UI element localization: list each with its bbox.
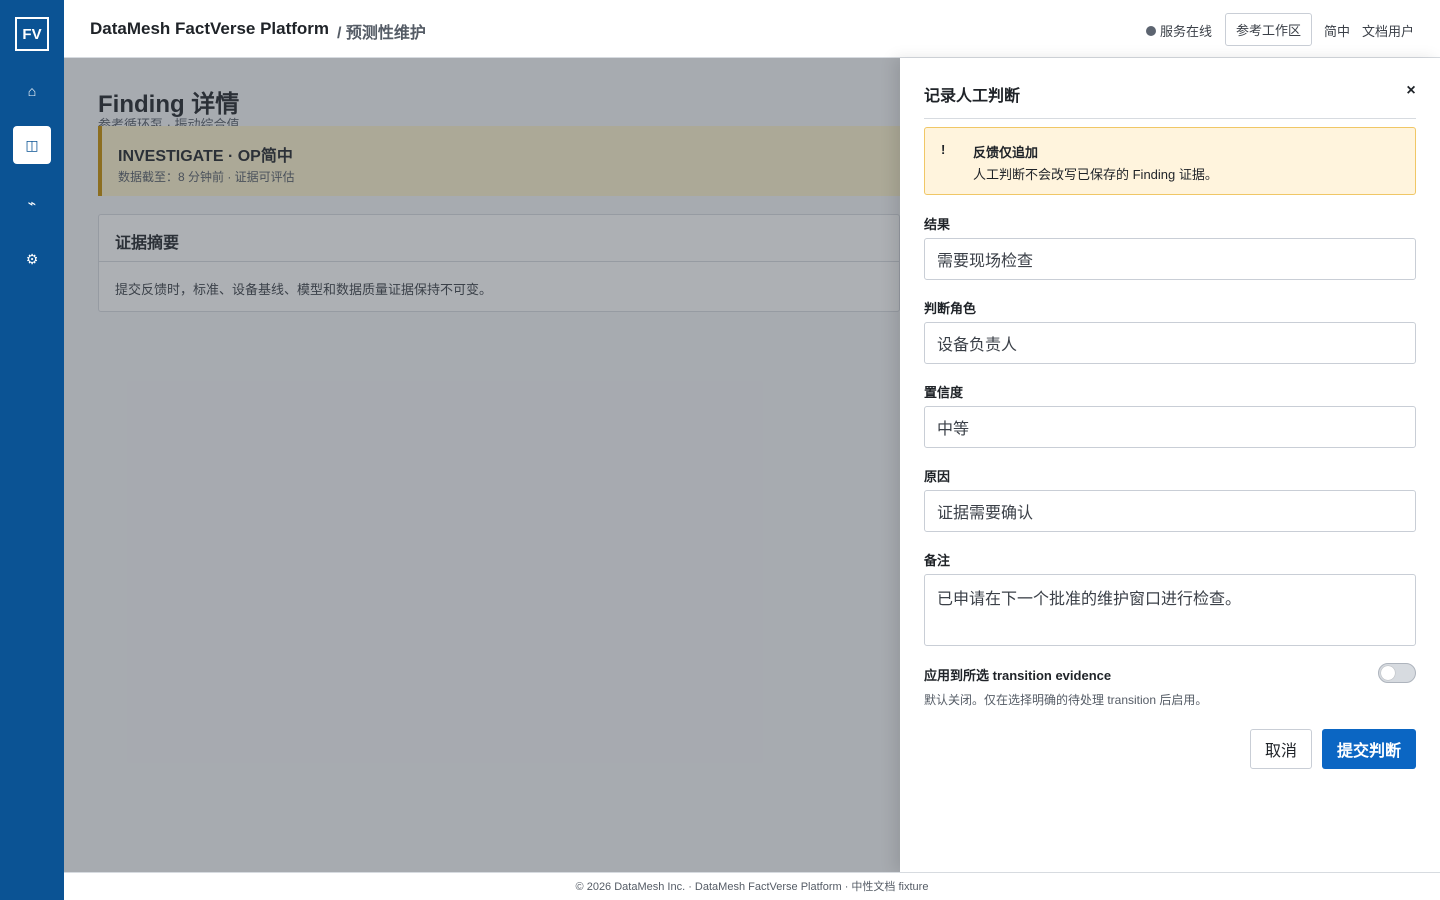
- language-switch[interactable]: 简中: [1324, 21, 1350, 40]
- notice-title: 反馈仅追加: [973, 145, 1039, 160]
- top-bar: DataMesh FactVerse Platform / 预测性维护 服务在线…: [64, 0, 1440, 58]
- role-label: 判断角色: [924, 301, 977, 316]
- result-label: 结果: [924, 217, 951, 232]
- role-field[interactable]: [924, 322, 1416, 364]
- home-icon: ⌂: [27, 83, 37, 99]
- reason-field[interactable]: [924, 490, 1416, 532]
- sidebar-item-settings[interactable]: ⚙: [13, 240, 51, 278]
- toggle-help-text: 默认关闭。仅在选择明确的待处理 transition 后启用。: [924, 693, 1208, 707]
- gear-icon: ⚙: [25, 250, 39, 267]
- apply-transition-label: 应用到所选 transition evidence: [924, 668, 1112, 683]
- layout-icon: ◫: [25, 136, 39, 153]
- notice-text: 人工判断不会改写已保存的 Finding 证据。: [973, 167, 1218, 182]
- notes-label: 备注: [924, 553, 951, 568]
- apply-transition-toggle[interactable]: [1378, 663, 1416, 683]
- result-field[interactable]: [924, 238, 1416, 280]
- app-logo: FV: [15, 17, 49, 51]
- close-icon[interactable]: ×: [1402, 82, 1420, 100]
- modal-overlay[interactable]: [64, 58, 900, 872]
- service-status: 服务在线: [1146, 21, 1212, 40]
- brand-title: DataMesh FactVerse Platform: [90, 19, 330, 38]
- append-only-notice: ! 反馈仅追加 人工判断不会改写已保存的 Finding 证据。: [924, 127, 1416, 195]
- breadcrumb[interactable]: / 预测性维护: [337, 19, 426, 43]
- user-menu[interactable]: 文档用户: [1362, 21, 1414, 40]
- toggle-knob: [1381, 666, 1395, 680]
- workspace-button[interactable]: 参考工作区: [1225, 13, 1312, 46]
- divider: [924, 118, 1416, 119]
- notes-field[interactable]: 已申请在下一个批准的维护窗口进行检查。: [924, 574, 1416, 646]
- submit-judgment-button[interactable]: 提交判断: [1322, 729, 1416, 769]
- signal-icon: ⌁: [27, 194, 37, 211]
- judgment-drawer: 记录人工判断 × ! 反馈仅追加 人工判断不会改写已保存的 Finding 证据…: [900, 58, 1440, 872]
- confidence-field[interactable]: [924, 406, 1416, 448]
- cancel-button[interactable]: 取消: [1250, 729, 1312, 769]
- status-dot-icon: [1146, 25, 1156, 36]
- sidebar: FV ⌂ ◫ ⌁ ⚙: [0, 0, 64, 900]
- warning-icon: !: [941, 142, 946, 157]
- sidebar-item-signals[interactable]: ⌁: [13, 184, 51, 222]
- page-footer: © 2026 DataMesh Inc. · DataMesh FactVers…: [64, 872, 1440, 900]
- sidebar-item-findings[interactable]: ◫: [13, 126, 51, 164]
- status-text: 服务在线: [1160, 24, 1213, 39]
- reason-label: 原因: [924, 469, 951, 484]
- sidebar-item-home[interactable]: ⌂: [13, 72, 51, 110]
- drawer-title: 记录人工判断: [924, 88, 1021, 105]
- confidence-label: 置信度: [924, 385, 964, 400]
